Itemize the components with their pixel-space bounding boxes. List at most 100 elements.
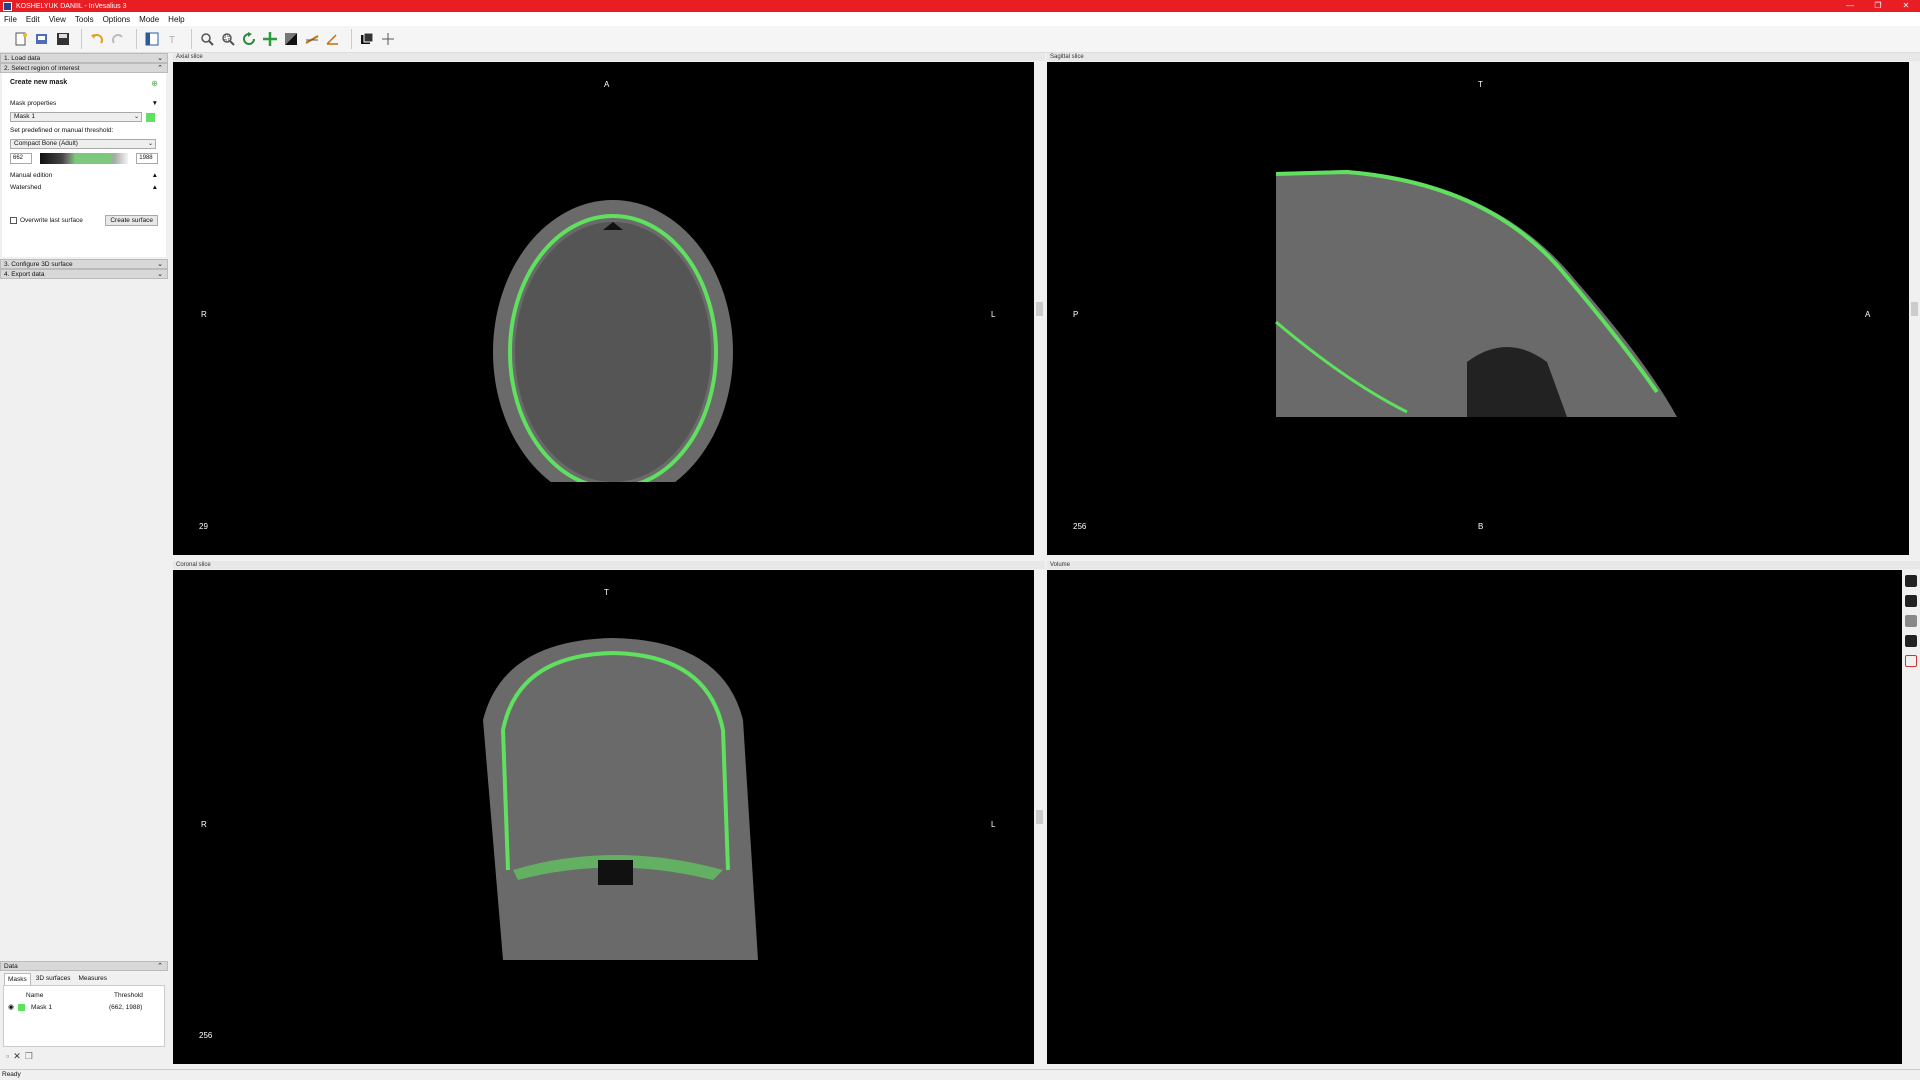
new-icon[interactable] — [12, 30, 30, 48]
roi-panel: Create new mask ⊕ Mask properties ▼ Mask… — [2, 73, 166, 257]
new-mask-icon[interactable]: ▫ — [6, 1051, 9, 1062]
view-top-icon[interactable] — [1905, 615, 1917, 627]
threshold-preset-value: Compact Bone (Adult) — [14, 140, 78, 147]
axes-icon[interactable] — [1905, 655, 1917, 667]
data-panel: Data ⌃ Masks 3D surfaces Measures Name Th… — [0, 961, 168, 1069]
threshold-slider[interactable] — [39, 153, 129, 164]
section-configure-surface[interactable]: 3. Configure 3D surface ⌄ — [0, 259, 168, 269]
close-button[interactable]: ✕ — [1892, 0, 1920, 12]
mask-name-cell: Mask 1 — [31, 1003, 52, 1011]
mask-color-swatch — [18, 1003, 25, 1011]
view-side-icon[interactable] — [1905, 595, 1917, 607]
menu-edit[interactable]: Edit — [26, 15, 40, 24]
pan-icon[interactable] — [261, 30, 279, 48]
mask-color-swatch[interactable] — [146, 112, 155, 122]
menu-view[interactable]: View — [49, 15, 66, 24]
layout-icon[interactable] — [143, 30, 161, 48]
watershed-label[interactable]: Watershed — [10, 184, 41, 191]
section-select-roi[interactable]: 2. Select region of interest ⌃ — [0, 63, 168, 73]
chevron-up-icon: ⌃ — [157, 963, 163, 970]
section-load-data-label: 1. Load data — [4, 54, 41, 62]
slice-icon[interactable] — [358, 30, 376, 48]
tab-3d-surfaces[interactable]: 3D surfaces — [33, 973, 74, 985]
table-row[interactable]: ◉ Mask 1 (662, 1988) — [8, 1001, 160, 1013]
mask-threshold-cell: (662, 1988) — [109, 1003, 143, 1011]
delete-icon[interactable]: ✕ — [13, 1051, 21, 1062]
threshold-min-input[interactable]: 662 — [10, 153, 32, 164]
axial-viewer[interactable]: A P R L 29 — [173, 62, 1034, 555]
section-load-data[interactable]: 1. Load data ⌄ — [0, 53, 168, 63]
create-new-mask-label: Create new mask — [10, 79, 68, 86]
text-icon[interactable]: T — [164, 30, 182, 48]
view-3d-icon[interactable] — [1905, 635, 1917, 647]
coronal-viewer[interactable]: T B R L 256 — [173, 570, 1034, 1064]
open-icon[interactable] — [33, 30, 51, 48]
volume-viewer[interactable] — [1047, 570, 1902, 1064]
sagittal-viewer-header: Sagittal slice — [1047, 53, 1920, 61]
tab-masks[interactable]: Masks — [4, 973, 31, 985]
mask-select[interactable]: Mask 1 ⌄ — [10, 112, 142, 122]
section-export-data[interactable]: 4. Export data ⌄ — [0, 269, 168, 279]
section-configure-surface-label: 3. Configure 3D surface — [4, 260, 73, 268]
tab-measures[interactable]: Measures — [75, 973, 110, 985]
axial-viewer-title: Axial slice — [176, 54, 203, 60]
app-icon — [3, 1, 12, 11]
chevron-down-icon: ⌄ — [157, 271, 163, 278]
maximize-button[interactable]: ❐ — [1864, 0, 1892, 12]
volume-viewer-header: Volume — [1047, 561, 1920, 569]
chevron-down-icon: ⌄ — [157, 261, 163, 268]
triangle-down-icon[interactable]: ▼ — [152, 100, 158, 107]
view-front-icon[interactable] — [1905, 575, 1917, 587]
rotate-icon[interactable] — [240, 30, 258, 48]
left-panel: 1. Load data ⌄ 2. Select region of intere… — [0, 53, 168, 1069]
redo-icon[interactable] — [109, 30, 127, 48]
undo-icon[interactable] — [88, 30, 106, 48]
menu-bar: File Edit View Tools Options Mode Help — [0, 12, 1920, 26]
zoom-icon[interactable] — [198, 30, 216, 48]
menu-mode[interactable]: Mode — [139, 15, 159, 24]
threshold-max-input[interactable]: 1988 — [136, 153, 159, 164]
create-surface-button[interactable]: Create surface — [105, 215, 158, 226]
zoom-select-icon[interactable] — [219, 30, 237, 48]
sagittal-viewer[interactable]: T B P A 256 — [1047, 62, 1909, 555]
minimize-button[interactable]: — — [1836, 0, 1864, 12]
column-name[interactable]: Name — [26, 992, 114, 999]
triangle-up-icon[interactable]: ▲ — [152, 172, 158, 179]
overwrite-checkbox[interactable] — [10, 217, 17, 224]
window-title: KOSHELYUK DANIIL - InVesalius 3 — [16, 2, 127, 10]
triangle-up-icon[interactable]: ▲ — [152, 184, 158, 191]
data-panel-header[interactable]: Data ⌃ — [0, 961, 168, 971]
sagittal-scrollbar[interactable] — [1909, 62, 1920, 555]
coronal-scrollbar[interactable] — [1034, 570, 1045, 1064]
chevron-up-icon: ⌃ — [157, 65, 163, 72]
column-threshold[interactable]: Threshold — [114, 992, 143, 999]
axial-scrollbar[interactable] — [1034, 62, 1045, 555]
coronal-viewer-header: Coronal slice — [173, 561, 1045, 569]
menu-file[interactable]: File — [4, 15, 17, 24]
mask-table: Name Threshold ◉ Mask 1 (662, 1988) — [3, 985, 165, 1047]
status-text: Ready — [2, 1071, 21, 1078]
chevron-down-icon: ⌄ — [157, 55, 163, 62]
duplicate-icon[interactable]: ❐ — [25, 1051, 33, 1062]
toolbar: T — [0, 26, 1920, 53]
menu-tools[interactable]: Tools — [75, 15, 94, 24]
svg-text:T: T — [169, 35, 175, 46]
save-icon[interactable] — [54, 30, 72, 48]
mask-properties-label[interactable]: Mask properties — [10, 100, 56, 107]
contrast-icon[interactable] — [282, 30, 300, 48]
measure-icon[interactable] — [303, 30, 321, 48]
angle-icon[interactable] — [324, 30, 342, 48]
eye-icon[interactable]: ◉ — [8, 1003, 18, 1011]
volume-toolbar — [1902, 569, 1920, 1069]
window-controls: — ❐ ✕ — [1836, 0, 1920, 12]
menu-options[interactable]: Options — [103, 15, 131, 24]
add-mask-icon[interactable]: ⊕ — [151, 79, 158, 95]
cross-icon[interactable] — [379, 30, 397, 48]
volume-viewer-title: Volume — [1050, 562, 1071, 568]
axial-ct-image — [483, 200, 743, 555]
manual-edition-label[interactable]: Manual edition — [10, 172, 52, 179]
overwrite-surface-option[interactable]: Overwrite last surface — [10, 217, 83, 224]
data-tabs: Masks 3D surfaces Measures — [0, 973, 168, 985]
menu-help[interactable]: Help — [168, 15, 184, 24]
threshold-preset-select[interactable]: Compact Bone (Adult) ⌄ — [10, 139, 156, 149]
